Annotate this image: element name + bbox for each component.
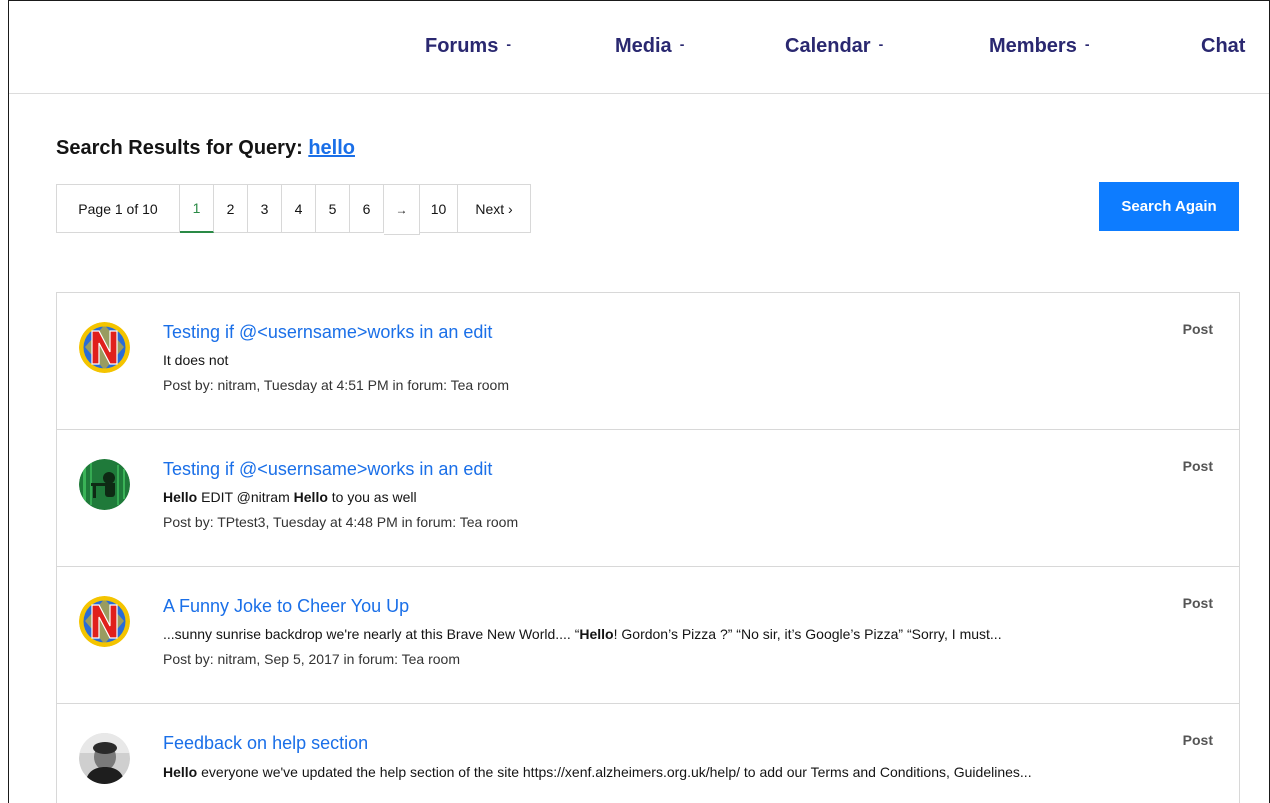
result-item: Feedback on help section Hello everyone …	[57, 704, 1239, 803]
page-jump-arrow-icon[interactable]: →	[384, 184, 420, 235]
highlight: Hello	[579, 626, 614, 642]
nav-forums[interactable]: Forums -	[425, 35, 511, 58]
avatar-green-matrix[interactable]	[79, 459, 130, 510]
matrix-avatar-icon	[79, 459, 130, 510]
highlight: Hello	[163, 764, 198, 780]
highlight: Hello	[293, 489, 328, 505]
title-prefix: Search Results for Query:	[56, 137, 309, 159]
snippet-text: EDIT @nitram	[197, 489, 294, 505]
result-snippet: Hello everyone we've updated the help se…	[163, 761, 1203, 783]
result-type-badge: Post	[1182, 458, 1213, 474]
page-link-2[interactable]: 2	[214, 184, 248, 233]
next-page-button[interactable]: Next ›	[458, 184, 531, 233]
result-item: Testing if @<usernsame>works in an edit …	[57, 430, 1239, 567]
avatar-n-logo[interactable]	[79, 596, 130, 647]
search-again-button[interactable]: Search Again	[1099, 182, 1239, 231]
pagination: Page 1 of 10 1 2 3 4 5 6 → 10 Next ›	[56, 184, 531, 235]
highlight: Hello	[163, 489, 198, 505]
page-title: Search Results for Query: hello	[56, 137, 355, 160]
result-snippet: Hello EDIT @nitram Hello to you as well	[163, 489, 417, 505]
page-link-3[interactable]: 3	[248, 184, 282, 233]
result-meta: Post by: nitram, Tuesday at 4:51 PM in f…	[163, 377, 510, 393]
nav-calendar-label: Calendar	[785, 35, 871, 57]
snippet-text: everyone we've updated the help section …	[197, 764, 1032, 780]
snippet-text: ! Gordon’s Pizza ?” “No sir, it’s Google…	[613, 626, 1002, 642]
query-link[interactable]: hello	[308, 137, 355, 159]
result-item: A Funny Joke to Cheer You Up ...sunny su…	[57, 567, 1239, 704]
avatar-n-logo[interactable]	[79, 322, 130, 373]
nav-media-label: Media	[615, 35, 672, 57]
result-title[interactable]: Testing if @<usernsame>works in an edit	[163, 459, 492, 480]
result-meta: Post by: TPtest3, Tuesday at 4:48 PM in …	[163, 514, 519, 530]
result-meta: Post by: nitram, Sep 5, 2017 in forum: T…	[163, 651, 461, 667]
chevron-down-icon: -	[679, 36, 685, 52]
page-link-6[interactable]: 6	[350, 184, 384, 233]
page-count-label: Page 1 of 10	[56, 184, 180, 233]
person-photo-icon	[79, 733, 130, 784]
result-title[interactable]: Feedback on help section	[163, 733, 368, 754]
chevron-down-icon: -	[878, 36, 884, 52]
nav-members-label: Members	[989, 35, 1077, 57]
page-link-5[interactable]: 5	[316, 184, 350, 233]
result-title[interactable]: Testing if @<usernsame>works in an edit	[163, 322, 492, 343]
result-title[interactable]: A Funny Joke to Cheer You Up	[163, 596, 409, 617]
nav-forums-label: Forums	[425, 35, 499, 57]
chevron-down-icon: -	[506, 36, 512, 52]
result-item: Testing if @<usernsame>works in an edit …	[57, 293, 1239, 430]
n-logo-icon	[79, 596, 130, 647]
result-type-badge: Post	[1182, 732, 1213, 748]
results-list: Testing if @<usernsame>works in an edit …	[56, 292, 1240, 803]
chevron-down-icon: -	[1084, 36, 1090, 52]
result-snippet: It does not	[163, 352, 229, 368]
page-frame: Forums - Media - Calendar - Members - Chat S…	[8, 0, 1270, 803]
snippet-text: ...sunny sunrise backdrop we're nearly a…	[163, 626, 580, 642]
page-link-4[interactable]: 4	[282, 184, 316, 233]
nav-chat-label: Chat	[1201, 35, 1246, 57]
nav-calendar[interactable]: Calendar -	[785, 35, 883, 58]
top-navigation: Forums - Media - Calendar - Members - Chat	[9, 1, 1269, 94]
nav-chat[interactable]: Chat	[1201, 35, 1245, 58]
page-link-1[interactable]: 1	[180, 184, 214, 233]
avatar-photo-person[interactable]	[79, 733, 130, 784]
nav-members[interactable]: Members -	[989, 35, 1089, 58]
page-link-last[interactable]: 10	[420, 184, 458, 233]
snippet-text: to you as well	[327, 489, 417, 505]
result-snippet: ...sunny sunrise backdrop we're nearly a…	[163, 626, 1002, 642]
nav-media[interactable]: Media -	[615, 35, 684, 58]
result-type-badge: Post	[1182, 595, 1213, 611]
n-logo-icon	[79, 322, 130, 373]
result-type-badge: Post	[1182, 321, 1213, 337]
